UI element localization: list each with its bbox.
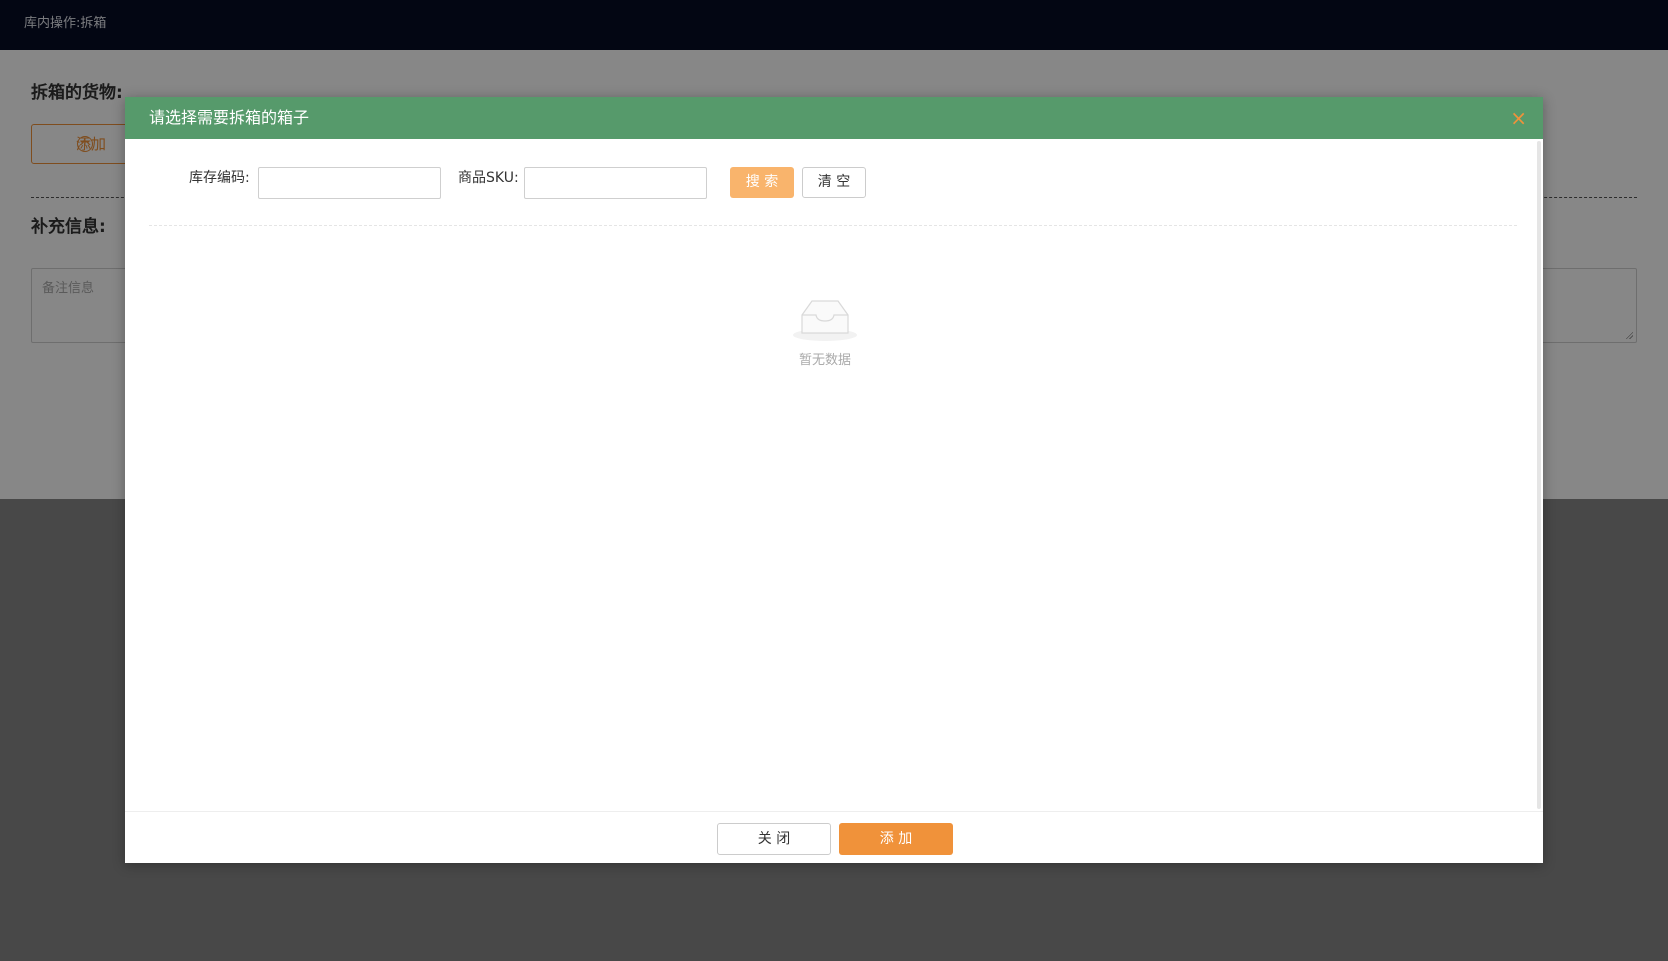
dialog-footer: 关 闭 添 加	[125, 811, 1543, 863]
search-form: 库存编码: 商品SKU: 搜 索 清 空	[125, 167, 1543, 199]
empty-state: 暂无数据	[785, 297, 865, 368]
dialog-title: 请选择需要拆箱的箱子	[149, 108, 310, 127]
dialog-scrollbar[interactable]	[1537, 141, 1541, 809]
dialog-header: 请选择需要拆箱的箱子 ×	[125, 97, 1543, 139]
close-icon[interactable]: ×	[1510, 97, 1527, 139]
search-divider	[149, 225, 1517, 226]
clear-button[interactable]: 清 空	[802, 167, 866, 198]
search-button[interactable]: 搜 索	[730, 167, 794, 198]
sku-input[interactable]	[524, 167, 707, 199]
add-button[interactable]: 添 加	[839, 823, 953, 855]
sku-label: 商品SKU:	[458, 170, 519, 186]
close-button[interactable]: 关 闭	[717, 823, 831, 855]
stock-code-label: 库存编码:	[189, 170, 250, 186]
empty-text: 暂无数据	[798, 353, 851, 368]
empty-inbox-icon	[793, 300, 857, 341]
select-box-dialog: 请选择需要拆箱的箱子 × 库存编码: 商品SKU: 搜 索 清 空 暂无数据 关…	[125, 97, 1543, 863]
stock-code-input[interactable]	[258, 167, 441, 199]
